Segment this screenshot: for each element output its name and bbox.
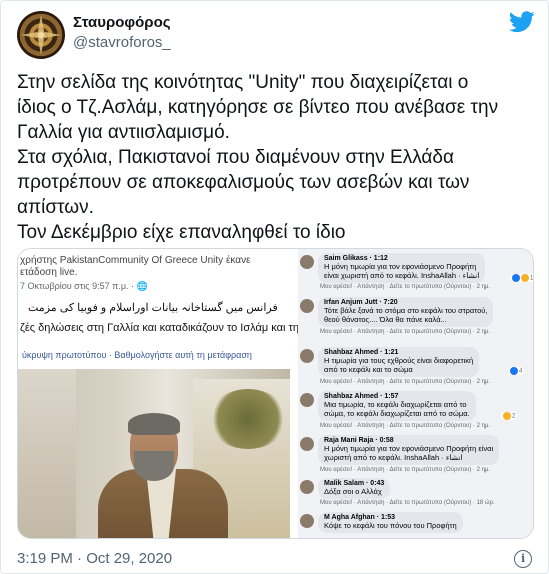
media-image[interactable]: χρήστης PakistanCommunity Of Greece Unit… xyxy=(17,248,534,539)
comment-actions: Μου αρέσει! · Απάντηση · Δείτε το πρωτότ… xyxy=(320,329,491,335)
tweet-text-line: προτρέπουν σε αποκεφαλισμούς των ασεβών … xyxy=(17,172,470,193)
like-icon xyxy=(510,367,518,375)
info-icon[interactable]: i xyxy=(514,550,532,568)
comment-text: Η μόνη τιμωρία για τον εφονιάσμενο Προφή… xyxy=(324,444,494,453)
commenter-avatar xyxy=(300,514,314,528)
display-name[interactable]: Σταυροφόρος xyxy=(73,14,171,31)
comment-text: είναι χωριστή από το κεφάλι. InshaAllah … xyxy=(324,271,480,280)
post-header-line: ετάδοση live. xyxy=(20,267,78,278)
twitter-bird-icon[interactable] xyxy=(509,11,535,33)
comment-bubble: Irfan Anjum Jutt · 7:20 Τότε βάλε ξανά τ… xyxy=(318,297,494,327)
commenter-name: M Agha Afghan · 1:53 xyxy=(324,514,396,521)
tweet-text: Στην σελίδα της κοινότητας "Unity" που δ… xyxy=(17,70,533,245)
comment-actions: Μου αρέσει! · Απάντηση · Δείτε το πρωτότ… xyxy=(320,284,491,290)
comment-text: Κόψε το κεφάλι του πόνου του Προφήτη xyxy=(324,521,457,530)
comment-bubble: Malik Salam · 0:43 Δόξα σοι ο Αλλάχ xyxy=(318,478,391,499)
translation-link: ύκρυψη πρωτοτύπου · Βαθμολογήστε αυτή τη… xyxy=(22,350,252,360)
comment-text: Η μόνη τιμωρία για τον εφονιάσμενο Προφή… xyxy=(324,262,477,271)
tweet-text-line: Στην σελίδα της κοινότητας "Unity" που δ… xyxy=(17,72,469,93)
comment-text: Τότε βάλε ξανά το στόμα στο κεφάλι του σ… xyxy=(324,306,488,315)
commenter-avatar xyxy=(300,480,314,494)
comment-bubble: Shahbaz Ahmed · 1:21 Η τιμωρία για τους … xyxy=(318,347,480,377)
post-translated-text: ζές δηλώσεις στη Γαλλία και καταδικάζουν… xyxy=(20,322,299,334)
commenter-name: Shahbaz Ahmed · 1:21 xyxy=(324,349,399,356)
commenter-name: Irfan Anjum Jutt · 7:20 xyxy=(324,299,398,306)
tweet-text-line: ίδιος ο Τζ.Ασλάμ, κατηγόρησε σε βίντεο π… xyxy=(17,97,499,118)
haha-icon xyxy=(521,274,529,282)
post-header-line: χρήστης PakistanCommunity Of Greece Unit… xyxy=(20,255,251,266)
comment-bubble: Raja Mani Raja · 0:58 Η μόνη τιμωρία για… xyxy=(318,435,500,465)
person-hair xyxy=(128,413,180,435)
comment-bubble: M Agha Afghan · 1:53 Κόψε το κεφάλι του … xyxy=(318,512,463,533)
comment-actions: Μου αρέσει! · Απάντηση · Δείτε το πρωτότ… xyxy=(320,423,491,429)
comment-text: Μια τιμωρία, το κεφάλι διαχωρίζεται από … xyxy=(324,400,467,409)
tweet-text-line: Γαλλία για αντιισλαμισμό. xyxy=(17,122,230,143)
comment-text: θεού θάνατος.... Όλα θα πάνε καλά... xyxy=(324,315,447,324)
video-plant xyxy=(208,389,288,449)
tweet-text-line: Στα σχόλια, Πακιστανοί που διαμένουν στη… xyxy=(17,147,454,168)
comment-bubble: Shahbaz Ahmed · 1:57 Μια τιμωρία, το κεφ… xyxy=(318,391,476,421)
comment-text: από το κεφάλι και το σώμα xyxy=(324,365,413,374)
haha-icon xyxy=(503,412,511,420)
tweet-timestamp[interactable]: 3:19 PM · Oct 29, 2020 xyxy=(17,550,172,567)
comment-actions: Μου αρέσει! · Απάντηση · Δείτε το πρωτότ… xyxy=(320,467,491,473)
comment-text: Η τιμωρία για τους εχθρούς είναι διαφορε… xyxy=(324,356,474,365)
reaction-count: 4 xyxy=(508,367,525,375)
comment-bubble: Saim Glikass · 1:12 Η μόνη τιμωρία για τ… xyxy=(318,253,486,283)
commenter-name: Saim Glikass · 1:12 xyxy=(324,255,388,262)
tweet-text-line: απίστων. xyxy=(17,197,94,218)
facebook-post-screenshot: χρήστης PakistanCommunity Of Greece Unit… xyxy=(18,249,299,538)
post-meta: 7 Οκτωβρίου στις 9:57 π.μ. · 🌐 xyxy=(20,281,148,291)
reaction-count: 13 xyxy=(510,274,533,282)
video-door xyxy=(18,369,76,538)
commenter-avatar xyxy=(300,437,314,451)
comment-actions: Μου αρέσει! · Απάντηση · Δείτε το πρωτότ… xyxy=(320,379,491,385)
video-frame xyxy=(18,369,290,538)
commenter-name: Malik Salam · 0:43 xyxy=(324,480,385,487)
commenter-avatar xyxy=(300,255,314,269)
post-urdu-text: فرانس میں گستاخانہ بیانات اوراسلام و فوب… xyxy=(28,302,278,314)
avatar[interactable] xyxy=(17,11,65,59)
tweet-text-line: Τον Δεκέμβριο είχε επαναληφθεί το ίδιο xyxy=(17,222,346,243)
comments-panel: Saim Glikass · 1:12 Η μόνη τιμωρία για τ… xyxy=(298,249,533,538)
commenter-avatar xyxy=(300,299,314,313)
commenter-name: Raja Mani Raja · 0:58 xyxy=(324,437,394,444)
commenter-name: Shahbaz Ahmed · 1:57 xyxy=(324,393,399,400)
person-beard xyxy=(134,451,174,481)
user-handle[interactable]: @stavroforos_ xyxy=(73,34,171,51)
comment-text: Δόξα σοι ο Αλλάχ xyxy=(324,487,382,496)
cross-emblem-icon xyxy=(21,15,61,55)
tweet-card: Σταυροφόρος @stavroforos_ Στην σελίδα τη… xyxy=(0,0,549,574)
commenter-avatar xyxy=(300,393,314,407)
comment-text: χωριστή από το κεφάλι. InshaAllah · انشا… xyxy=(324,453,463,462)
like-icon xyxy=(512,274,520,282)
comment-text: σώμα, το κεφάλι διαχωρίζεται από το σώμα… xyxy=(324,409,470,418)
comment-actions: Μου αρέσει! · Απάντηση · Δείτε το πρωτότ… xyxy=(320,500,495,506)
reaction-count: 2 xyxy=(501,412,518,420)
commenter-avatar xyxy=(300,349,314,363)
